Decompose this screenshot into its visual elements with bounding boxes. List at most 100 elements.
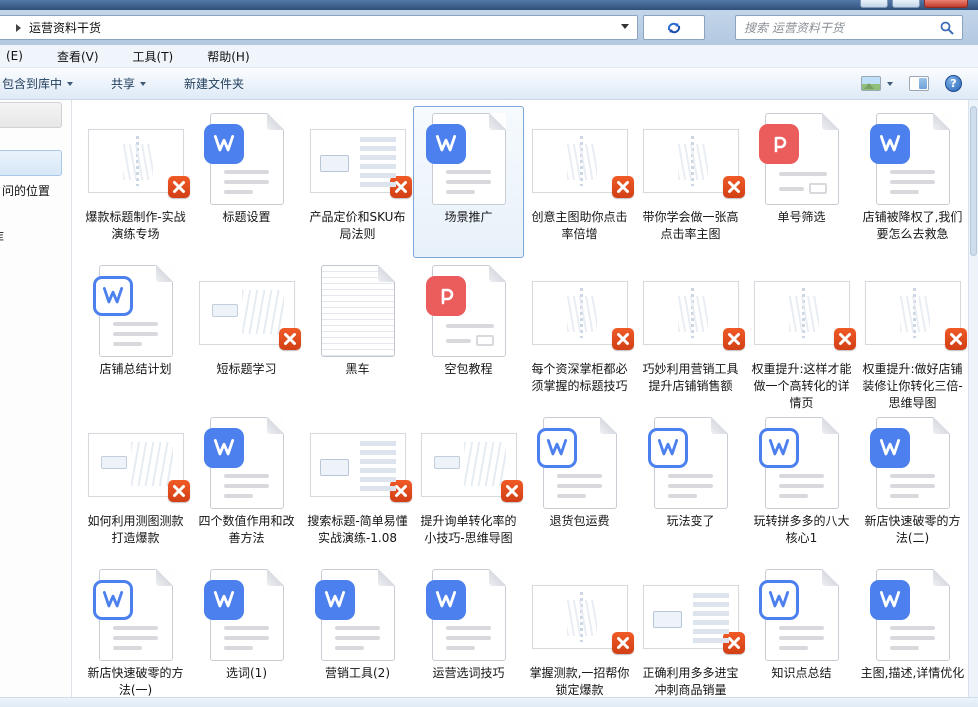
help-icon[interactable]: ? (945, 75, 962, 92)
file-tile[interactable]: 权重提升:这样才能做一个高转化的详情页 (746, 258, 857, 410)
file-tile[interactable]: 玩法变了 (635, 410, 746, 562)
share-button[interactable]: 共享 (103, 70, 154, 97)
menu-help[interactable]: 帮助(H) (203, 46, 253, 67)
xmind-badge-icon (834, 328, 856, 350)
wps-w-mark-icon (315, 580, 355, 620)
nav-item-selected[interactable] (0, 150, 62, 176)
change-view-button[interactable] (861, 76, 893, 91)
vertical-scrollbar[interactable] (968, 100, 978, 697)
maximize-button[interactable] (892, 0, 920, 8)
file-name: 巧妙利用营销工具提升店铺销售额 (638, 361, 743, 395)
wps-writer-docx-icon (99, 265, 173, 357)
wps-writer-doc-icon (432, 569, 506, 661)
nav-item-recent-places[interactable]: 问的位置 (2, 182, 50, 199)
wps-w-mark-icon (204, 124, 244, 164)
file-tile[interactable]: 新店快速破零的方法(二) (857, 410, 968, 562)
file-tile[interactable]: 营销工具(2) (302, 562, 413, 707)
file-tile[interactable]: 如何利用测图测款打造爆款 (80, 410, 191, 562)
page-fold (933, 569, 950, 586)
page-fold (489, 113, 506, 130)
doc-text-lines (335, 626, 383, 656)
doc-text-lines (224, 626, 272, 656)
file-icon-area (416, 261, 521, 357)
search-icon[interactable] (940, 21, 954, 35)
search-input[interactable]: 搜索 运营资料干货 (735, 15, 963, 40)
file-icon-area (749, 565, 854, 661)
minimize-button[interactable] (860, 0, 888, 8)
text-file-icon (321, 265, 395, 357)
close-button[interactable] (924, 0, 968, 8)
file-tile[interactable]: 短标题学习 (191, 258, 302, 410)
address-dropdown-icon[interactable] (621, 24, 629, 29)
xmind-badge-icon (279, 328, 301, 350)
file-tile[interactable]: 玩转拼多多的八大核心1 (746, 410, 857, 562)
file-icon-area (860, 413, 965, 509)
file-tile[interactable]: 提升询单转化率的小技巧-思维导图 (413, 410, 524, 562)
new-folder-button[interactable]: 新建文件夹 (176, 70, 252, 97)
file-tile[interactable]: 空包教程 (413, 258, 524, 410)
file-tile[interactable]: 新店快速破零的方法(一) (80, 562, 191, 707)
scrollbar-thumb[interactable] (970, 106, 977, 256)
nav-item-clipped-top[interactable] (0, 102, 62, 128)
file-icon-area (416, 413, 521, 509)
refresh-button[interactable] (643, 15, 705, 40)
file-tile[interactable]: 爆款标题制作-实战演练专场 (80, 106, 191, 258)
file-icon-area (527, 109, 632, 205)
wps-w-mark-icon (870, 580, 910, 620)
menu-edit[interactable]: (E) (2, 47, 27, 65)
file-tile[interactable]: 每个资深掌柜都必须掌握的标题技巧 (524, 258, 635, 410)
command-toolbar: 包含到库中 共享 新建文件夹 ? (0, 68, 978, 100)
file-tile[interactable]: 正确利用多多进宝冲刺商品销量 (635, 562, 746, 707)
xmind-thumbnail (532, 281, 628, 345)
file-tile[interactable]: 掌握测款,一招帮你锁定爆款 (524, 562, 635, 707)
xmind-badge-icon (390, 176, 412, 198)
doc-text-lines (446, 626, 494, 656)
file-tile[interactable]: 黑车 (302, 258, 413, 410)
file-tile[interactable]: 标题设置 (191, 106, 302, 258)
file-tile[interactable]: 店铺被降权了,我们要怎么去救急 (857, 106, 968, 258)
wps-writer-doc-icon (876, 569, 950, 661)
file-tile[interactable]: 知识点总结 (746, 562, 857, 707)
file-tile[interactable]: 单号筛选 (746, 106, 857, 258)
xmind-badge-icon (612, 632, 634, 654)
preview-pane-icon[interactable] (909, 76, 929, 91)
file-tile[interactable]: 权重提升:做好店铺装修让你转化三倍-思维导图 (857, 258, 968, 410)
window-controls (860, 0, 968, 8)
breadcrumb[interactable]: 运营资料干货 (29, 19, 101, 36)
file-name: 产品定价和SKU布局法则 (305, 209, 410, 243)
nav-item-library-clipped[interactable]: 库 (0, 228, 6, 245)
breadcrumb-arrow-icon[interactable] (16, 24, 21, 32)
file-tile[interactable]: 场景推广 (413, 106, 524, 258)
wps-w-mark-icon (870, 428, 910, 468)
file-tile[interactable]: 选词(1) (191, 562, 302, 707)
file-tile[interactable]: 带你学会做一张高点击率主图 (635, 106, 746, 258)
page-fold (156, 569, 173, 586)
page-fold (822, 417, 839, 434)
file-tile[interactable]: 创意主图助你点击率倍增 (524, 106, 635, 258)
wps-writer-doc-icon (321, 569, 395, 661)
file-name: 短标题学习 (194, 361, 299, 378)
file-tile[interactable]: 搜索标题-简单易懂实战演练-1.08 (302, 410, 413, 562)
wps-writer-doc-icon (210, 569, 284, 661)
file-tile[interactable]: 产品定价和SKU布局法则 (302, 106, 413, 258)
file-name: 运营选词技巧 (416, 665, 521, 682)
file-tile[interactable]: 运营选词技巧 (413, 562, 524, 707)
address-bar[interactable]: 运营资料干货 (0, 15, 638, 40)
file-tile[interactable]: 退货包运费 (524, 410, 635, 562)
file-tile[interactable]: 四个数值作用和改善方法 (191, 410, 302, 562)
file-tile[interactable]: 巧妙利用营销工具提升店铺销售额 (635, 258, 746, 410)
chevron-down-icon (887, 82, 893, 86)
menu-tools[interactable]: 工具(T) (129, 46, 178, 67)
file-name: 权重提升:这样才能做一个高转化的详情页 (749, 361, 854, 412)
menu-view[interactable]: 查看(V) (53, 46, 103, 67)
file-tile[interactable]: 店铺总结计划 (80, 258, 191, 410)
include-in-library-button[interactable]: 包含到库中 (0, 70, 81, 97)
file-name: 新店快速破零的方法(一) (83, 665, 188, 699)
xmind-thumbnail (199, 281, 295, 345)
wps-w-mark-icon (870, 124, 910, 164)
wps-pdf-icon (432, 265, 506, 357)
file-tile[interactable]: 主图,描述,详情优化 (857, 562, 968, 707)
refresh-icon (665, 20, 683, 36)
wps-w-mark-icon (426, 580, 466, 620)
doc-text-lines (446, 170, 494, 200)
